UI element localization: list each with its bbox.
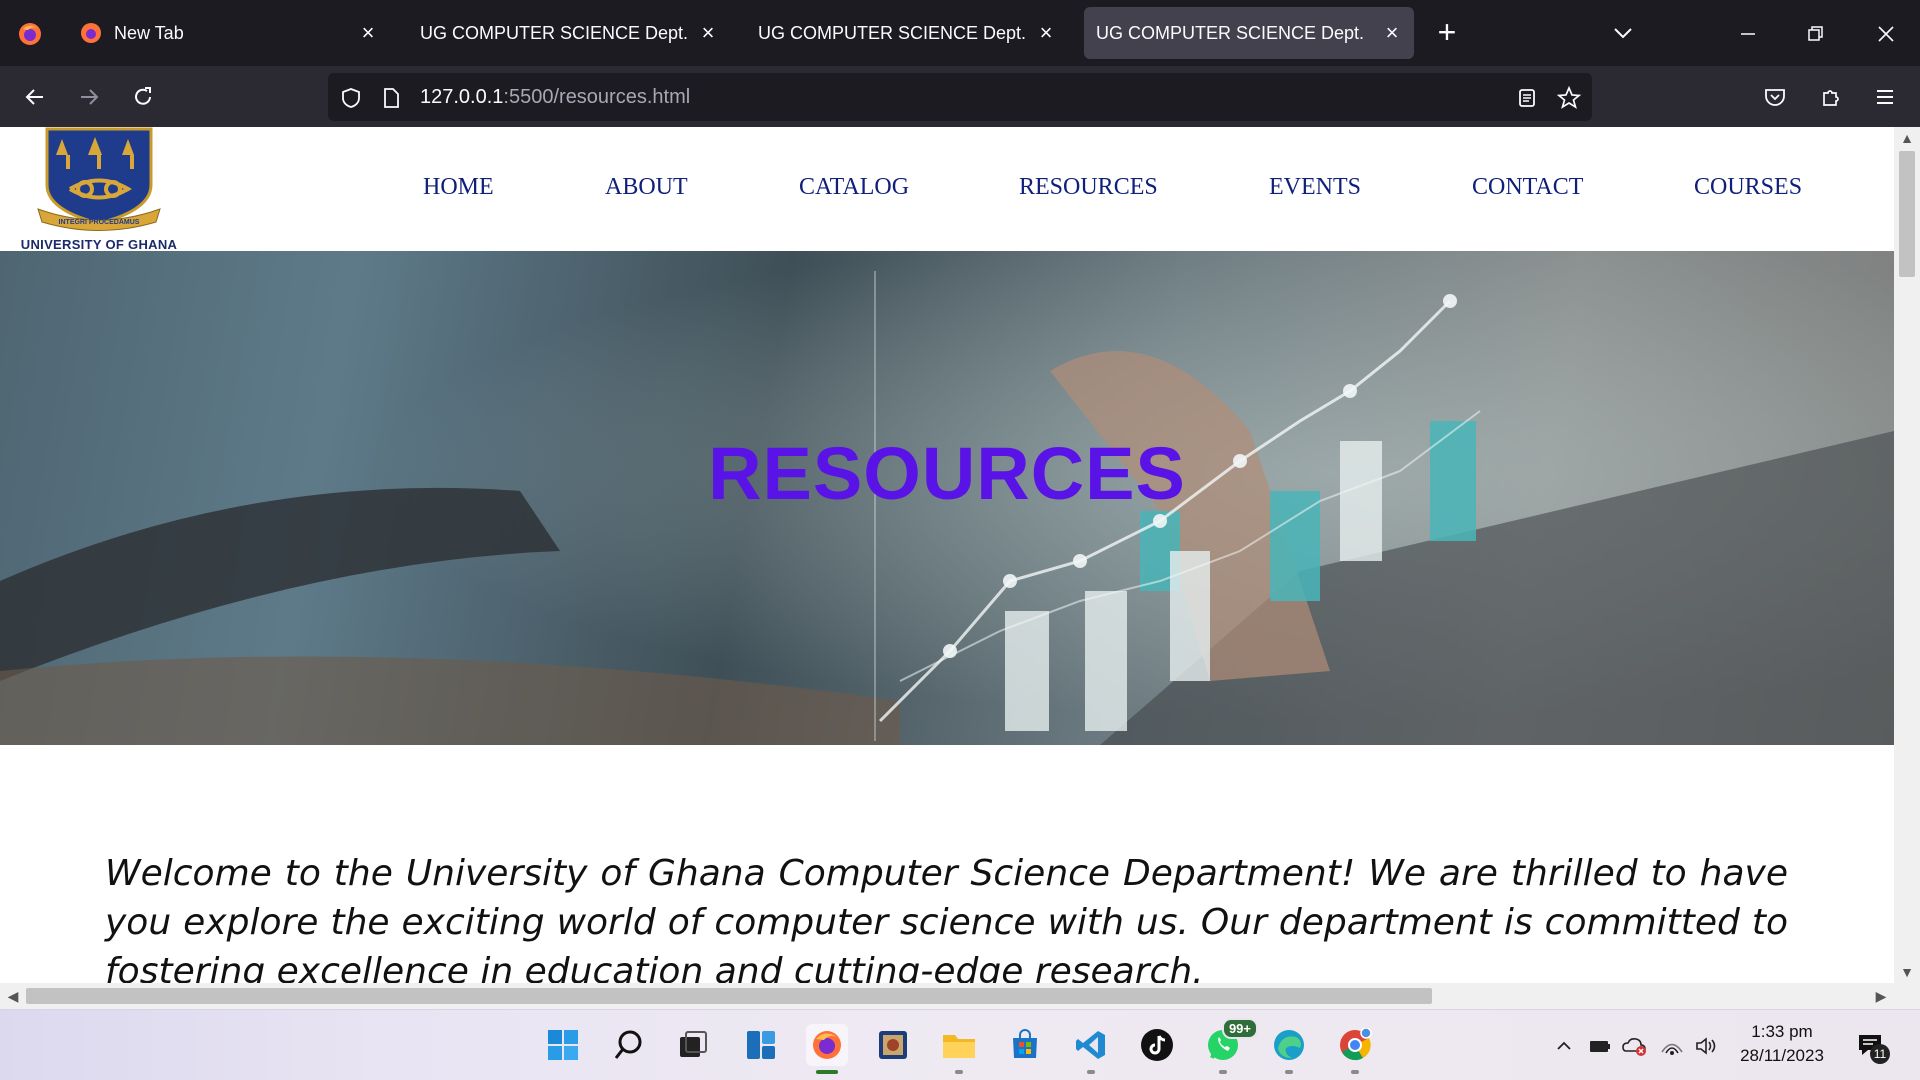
bookmark-star-icon[interactable]: [1556, 85, 1582, 111]
url-host: 127.0.0.1: [420, 86, 504, 108]
tab-title: UG COMPUTER SCIENCE Dept.: [758, 22, 1027, 43]
horizontal-scroll-thumb[interactable]: [26, 988, 1432, 1004]
close-tab-icon[interactable]: ×: [696, 21, 720, 45]
show-hidden-icons-chevron-icon[interactable]: [1552, 1034, 1576, 1058]
university-logo[interactable]: INTEGRI PROCEDAMUS UNIVERSITY OF GHANA: [0, 127, 198, 252]
logo-motto: INTEGRI PROCEDAMUS: [59, 219, 140, 226]
whatsapp-icon[interactable]: 99+: [1202, 1018, 1258, 1074]
vertical-scrollbar[interactable]: ▲ ▼: [1894, 127, 1920, 983]
search-icon[interactable]: [608, 1024, 650, 1066]
logo-text: UNIVERSITY OF GHANA: [20, 237, 178, 252]
page-viewport: INTEGRI PROCEDAMUS UNIVERSITY OF GHANA H…: [0, 127, 1894, 983]
restore-icon[interactable]: [1796, 14, 1836, 54]
url-text: 127.0.0.1:5500/resources.html: [420, 86, 690, 109]
close-tab-icon[interactable]: ×: [1380, 21, 1404, 45]
tiktok-icon[interactable]: [1136, 1024, 1178, 1066]
running-indicator: [955, 1070, 963, 1074]
taskbar-firefox-icon[interactable]: [806, 1024, 848, 1074]
tab-ug-cs-active[interactable]: UG COMPUTER SCIENCE Dept. ×: [1084, 7, 1414, 59]
windows-taskbar: 99+ 1:33 pm 28/11/2023 11: [0, 1009, 1920, 1080]
reader-view-icon[interactable]: [1514, 85, 1540, 111]
windows-start-icon[interactable]: [542, 1024, 584, 1066]
running-indicator: [1219, 1070, 1227, 1074]
scroll-right-arrow-icon[interactable]: ▶: [1874, 989, 1888, 1003]
wifi-icon[interactable]: [1660, 1034, 1684, 1058]
close-window-icon[interactable]: [1866, 14, 1906, 54]
chrome-icon[interactable]: [1334, 1024, 1376, 1074]
file-explorer-icon[interactable]: [938, 1024, 980, 1074]
nav-events[interactable]: EVENTS: [1269, 174, 1361, 201]
nav-contact[interactable]: CONTACT: [1472, 174, 1583, 201]
notification-center-icon[interactable]: 11: [1856, 1032, 1890, 1064]
reload-icon[interactable]: [124, 78, 162, 116]
close-tab-icon[interactable]: ×: [1034, 21, 1058, 45]
scroll-corner: [1894, 983, 1920, 1009]
nav-resources[interactable]: RESOURCES: [1019, 174, 1158, 201]
scroll-left-arrow-icon[interactable]: ◀: [6, 989, 20, 1003]
university-crest-icon: INTEGRI PROCEDAMUS: [37, 127, 161, 231]
hero-title: RESOURCES: [708, 432, 1186, 515]
new-tab-plus-icon[interactable]: +: [1430, 16, 1464, 50]
forward-arrow-icon[interactable]: [70, 78, 108, 116]
minimize-icon[interactable]: [1728, 14, 1768, 54]
tab-strip: New Tab × UG COMPUTER SCIENCE Dept. × UG…: [0, 0, 1920, 66]
navigation-toolbar: 127.0.0.1:5500/resources.html: [0, 66, 1920, 127]
running-indicator: [1087, 1070, 1095, 1074]
notification-count: 11: [1870, 1044, 1890, 1064]
clock-date: 28/11/2023: [1740, 1046, 1824, 1065]
volume-icon[interactable]: [1694, 1034, 1718, 1058]
running-indicator: [1285, 1070, 1293, 1074]
horizontal-scrollbar[interactable]: ◀ ▶: [0, 983, 1894, 1009]
hamburger-menu-icon[interactable]: [1866, 78, 1904, 116]
address-bar[interactable]: 127.0.0.1:5500/resources.html: [328, 73, 1592, 121]
battery-icon[interactable]: [1588, 1034, 1612, 1058]
microsoft-store-icon[interactable]: [1004, 1024, 1046, 1066]
nav-catalog[interactable]: CATALOG: [799, 174, 909, 201]
hero-banner: RESOURCES: [0, 251, 1894, 745]
site-header: INTEGRI PROCEDAMUS UNIVERSITY OF GHANA H…: [0, 127, 1894, 252]
task-view-icon[interactable]: [672, 1024, 714, 1066]
extensions-puzzle-icon[interactable]: [1812, 78, 1850, 116]
running-indicator: [1351, 1070, 1359, 1074]
scroll-down-arrow-icon[interactable]: ▼: [1900, 965, 1914, 979]
vertical-scroll-thumb[interactable]: [1899, 151, 1915, 277]
active-indicator: [816, 1070, 838, 1074]
tab-title: UG COMPUTER SCIENCE Dept.: [420, 22, 689, 43]
tab-title: New Tab: [114, 22, 184, 43]
clock-time: 1:33 pm: [1751, 1022, 1813, 1041]
url-path: :5500/resources.html: [503, 86, 691, 108]
onedrive-error-icon[interactable]: [1622, 1034, 1646, 1058]
tab-new-tab[interactable]: New Tab ×: [68, 7, 390, 59]
tracking-shield-icon[interactable]: [338, 85, 364, 111]
tab-ug-cs-2[interactable]: UG COMPUTER SCIENCE Dept. ×: [744, 7, 1068, 59]
list-all-tabs-chevron-icon[interactable]: [1608, 18, 1638, 48]
firefox-view-icon[interactable]: [10, 14, 50, 54]
close-tab-icon[interactable]: ×: [356, 21, 380, 45]
intro-paragraph: Welcome to the University of Ghana Compu…: [105, 853, 1788, 983]
nav-home[interactable]: HOME: [423, 174, 494, 201]
vscode-icon[interactable]: [1070, 1024, 1112, 1074]
page-info-icon[interactable]: [378, 85, 404, 111]
back-arrow-icon[interactable]: [16, 78, 54, 116]
tab-title: UG COMPUTER SCIENCE Dept.: [1096, 22, 1365, 43]
system-clock[interactable]: 1:33 pm 28/11/2023: [1722, 1020, 1842, 1068]
widgets-icon[interactable]: [740, 1024, 782, 1066]
tab-ug-cs-1[interactable]: UG COMPUTER SCIENCE Dept. ×: [406, 7, 730, 59]
firefox-icon: [81, 23, 101, 43]
nav-about[interactable]: ABOUT: [605, 174, 688, 201]
edge-icon[interactable]: [1268, 1024, 1310, 1074]
whatsapp-unread-badge: 99+: [1221, 1018, 1258, 1039]
nav-courses[interactable]: COURSES: [1694, 174, 1802, 201]
photos-app-icon[interactable]: [872, 1024, 914, 1066]
scroll-up-arrow-icon[interactable]: ▲: [1900, 131, 1914, 145]
pocket-icon[interactable]: [1756, 78, 1794, 116]
